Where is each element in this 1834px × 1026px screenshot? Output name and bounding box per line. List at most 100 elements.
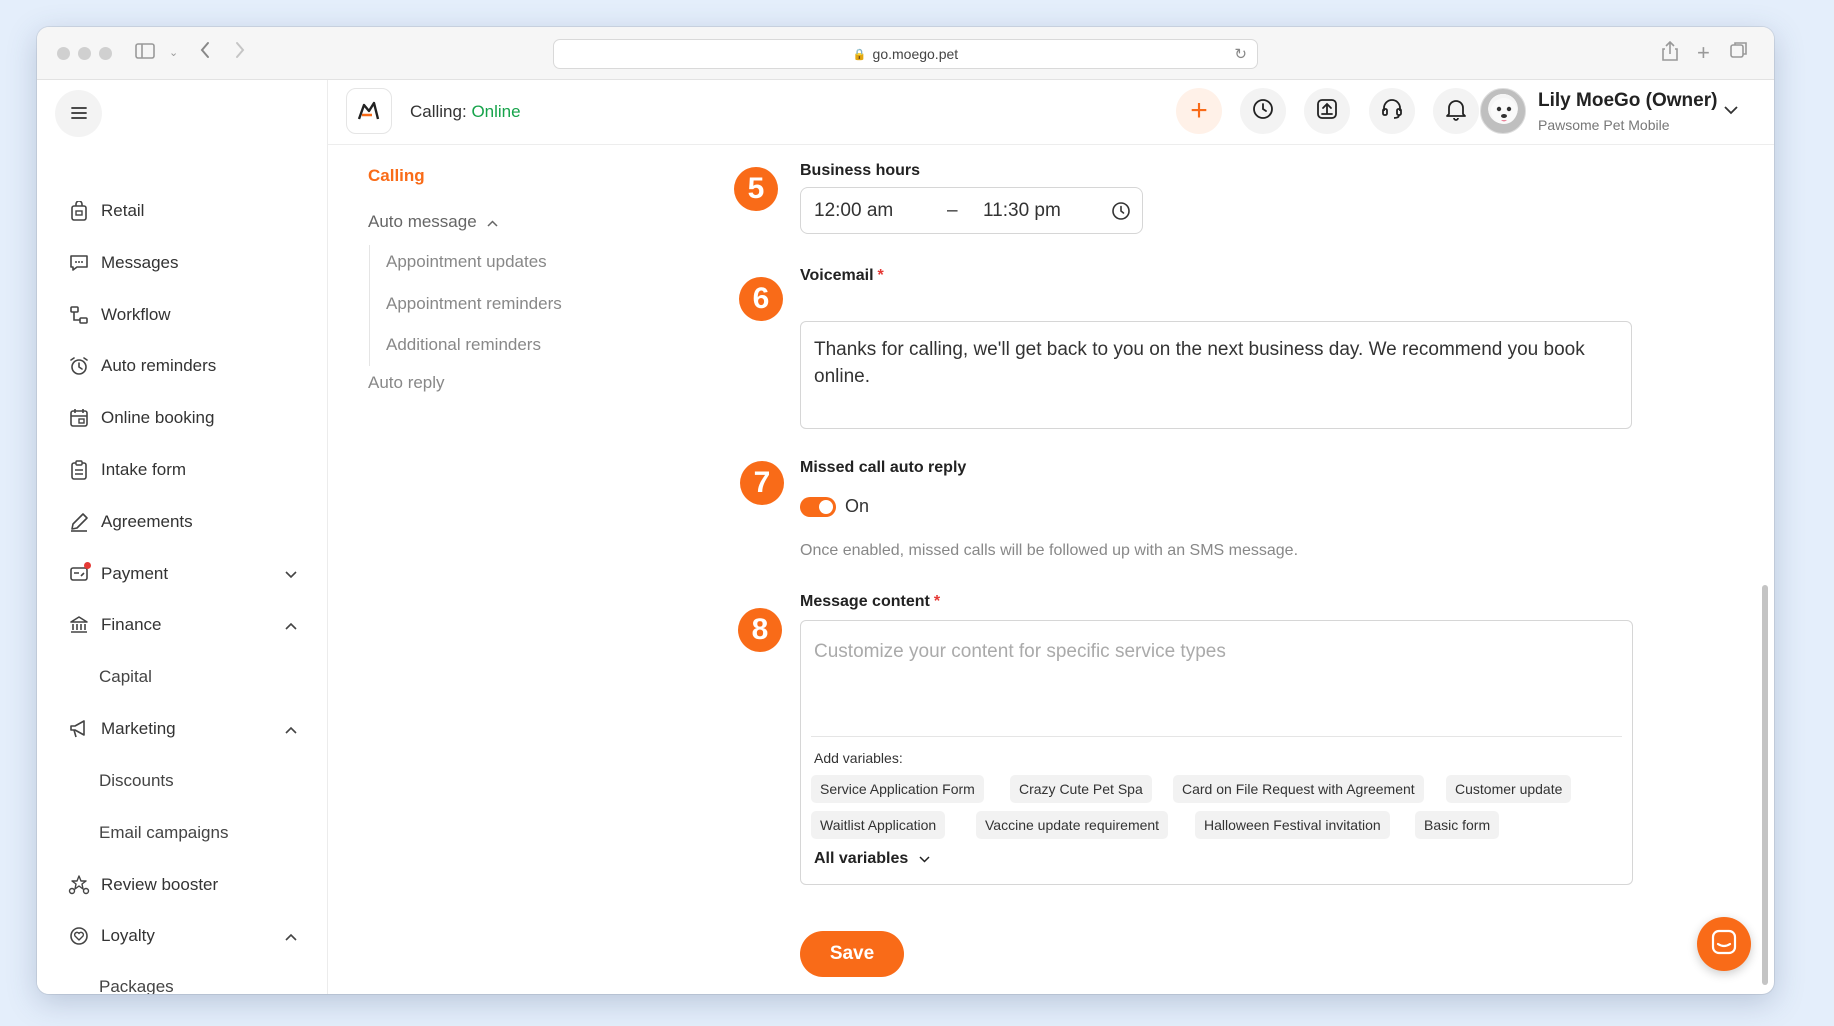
save-button[interactable]: Save bbox=[800, 931, 904, 977]
maximize-window-button[interactable] bbox=[99, 47, 112, 60]
sidebar-item-label: Messages bbox=[101, 253, 179, 272]
sidebar-subitem-discounts[interactable]: Discounts bbox=[99, 766, 174, 796]
required-mark: * bbox=[877, 267, 884, 284]
step-badge-8: 8 bbox=[738, 608, 782, 652]
sidebar-item-payment[interactable]: Payment bbox=[67, 559, 297, 589]
notification-dot bbox=[84, 562, 91, 569]
avatar[interactable] bbox=[1480, 88, 1526, 134]
subnav-appointment-updates[interactable]: Appointment updates bbox=[386, 252, 547, 272]
variable-chip[interactable]: Customer update bbox=[1446, 775, 1572, 803]
sidebar-item-label: Agreements bbox=[101, 512, 193, 531]
clipboard-icon bbox=[67, 458, 91, 482]
sidebar-item-label: Review booster bbox=[101, 875, 219, 894]
subnav-additional-reminders[interactable]: Additional reminders bbox=[386, 335, 541, 355]
sidebar-item-auto-reminders[interactable]: Auto reminders bbox=[67, 351, 297, 381]
sidebar-item-online-booking[interactable]: Online booking bbox=[67, 403, 297, 433]
user-name[interactable]: Lily MoeGo (Owner) bbox=[1538, 90, 1717, 112]
message-icon bbox=[67, 251, 91, 275]
subnav-auto-reply[interactable]: Auto reply bbox=[368, 373, 445, 393]
main-sidebar: Retail Messages Workflow Auto reminders … bbox=[37, 80, 328, 994]
business-hours-end[interactable]: 11:30 pm bbox=[983, 200, 1061, 222]
variable-chip[interactable]: Card on File Request with Agreement bbox=[1173, 775, 1424, 803]
clock-icon bbox=[1111, 201, 1131, 227]
chevron-down-icon[interactable] bbox=[1724, 102, 1738, 118]
megaphone-icon bbox=[67, 717, 91, 741]
sidebar-item-loyalty[interactable]: Loyalty bbox=[67, 921, 297, 951]
minimize-window-button[interactable] bbox=[78, 47, 91, 60]
voicemail-label: Voicemail * bbox=[800, 267, 884, 285]
workflow-icon bbox=[67, 303, 91, 327]
missed-call-toggle[interactable] bbox=[800, 497, 836, 517]
share-icon[interactable] bbox=[1662, 40, 1678, 67]
divider bbox=[811, 736, 1622, 737]
calling-status: Calling: Online bbox=[410, 102, 521, 122]
sidebar-item-marketing[interactable]: Marketing bbox=[67, 714, 297, 744]
scrollbar[interactable] bbox=[1760, 145, 1770, 994]
missed-call-hint: Once enabled, missed calls will be follo… bbox=[800, 542, 1299, 559]
sidebar-item-retail[interactable]: Retail bbox=[67, 196, 297, 226]
chevron-down-icon[interactable] bbox=[285, 566, 297, 582]
sidebar-item-finance[interactable]: Finance bbox=[67, 610, 297, 640]
all-variables-toggle[interactable]: All variables bbox=[814, 850, 930, 868]
chevron-up-icon[interactable] bbox=[285, 721, 297, 737]
sidebar-item-label: Retail bbox=[101, 201, 145, 220]
address-bar[interactable]: 🔒 go.moego.pet ↻ bbox=[553, 39, 1258, 69]
sidebar-subitem-capital[interactable]: Capital bbox=[99, 662, 152, 692]
back-icon[interactable] bbox=[199, 41, 211, 65]
chevron-down-icon[interactable]: ⌄ bbox=[169, 41, 178, 65]
add-button[interactable]: + bbox=[1176, 88, 1222, 134]
sidebar-subitem-packages[interactable]: Packages bbox=[99, 972, 174, 994]
bell-icon bbox=[1445, 97, 1467, 126]
calling-settings-form: 5 Business hours 12:00 am – 11:30 pm 6 V… bbox=[658, 145, 1758, 994]
sidebar-item-label: Auto reminders bbox=[101, 356, 217, 375]
sidebar-subitem-email-campaigns[interactable]: Email campaigns bbox=[99, 818, 228, 848]
variable-chip[interactable]: Crazy Cute Pet Spa bbox=[1010, 775, 1152, 803]
subnav-auto-message-label: Auto message bbox=[368, 212, 477, 231]
alarm-clock-icon bbox=[67, 354, 91, 378]
variable-chip[interactable]: Waitlist Application bbox=[811, 811, 946, 839]
menu-button[interactable] bbox=[55, 90, 102, 137]
clock-button[interactable] bbox=[1240, 88, 1286, 134]
business-hours-start[interactable]: 12:00 am bbox=[814, 200, 893, 222]
sidebar-toggle-icon[interactable] bbox=[135, 41, 155, 65]
step-badge-5: 5 bbox=[734, 167, 778, 211]
subnav-calling[interactable]: Calling bbox=[368, 166, 425, 186]
tabs-overview-icon[interactable] bbox=[1730, 41, 1748, 65]
subnav-auto-message[interactable]: Auto message bbox=[368, 212, 498, 232]
calendar-icon bbox=[67, 406, 91, 430]
notifications-button[interactable] bbox=[1433, 88, 1479, 134]
forward-icon[interactable] bbox=[234, 41, 246, 65]
stars-icon bbox=[67, 873, 91, 897]
variable-chip[interactable]: Halloween Festival invitation bbox=[1195, 811, 1390, 839]
new-tab-icon[interactable]: + bbox=[1697, 41, 1710, 65]
chat-icon bbox=[1711, 929, 1737, 960]
upload-button[interactable] bbox=[1304, 88, 1350, 134]
chevron-up-icon[interactable] bbox=[285, 928, 297, 944]
variable-chip[interactable]: Service Application Form bbox=[811, 775, 984, 803]
support-button[interactable] bbox=[1369, 88, 1415, 134]
calling-settings-nav: Calling Auto message Appointment updates… bbox=[328, 145, 658, 994]
sidebar-item-workflow[interactable]: Workflow bbox=[67, 300, 297, 330]
variable-chip[interactable]: Basic form bbox=[1415, 811, 1500, 839]
browser-window: ⌄ 🔒 go.moego.pet ↻ + Retail Messages Wor… bbox=[37, 27, 1774, 994]
sidebar-item-agreements[interactable]: Agreements bbox=[67, 507, 297, 537]
variable-chip[interactable]: Vaccine update requirement bbox=[976, 811, 1169, 839]
message-content-placeholder[interactable]: Customize your content for specific serv… bbox=[814, 641, 1226, 663]
business-hours-picker[interactable]: 12:00 am – 11:30 pm bbox=[800, 187, 1143, 234]
bag-icon bbox=[67, 199, 91, 223]
sidebar-item-intake-form[interactable]: Intake form bbox=[67, 455, 297, 485]
all-variables-label: All variables bbox=[814, 850, 909, 867]
chat-button[interactable] bbox=[1697, 917, 1751, 971]
chevron-up-icon[interactable] bbox=[285, 617, 297, 633]
calling-logo[interactable] bbox=[346, 88, 392, 134]
reload-icon[interactable]: ↻ bbox=[1234, 45, 1247, 63]
message-content-editor[interactable]: Customize your content for specific serv… bbox=[800, 620, 1633, 885]
sidebar-item-review-booster[interactable]: Review booster bbox=[67, 870, 297, 900]
sidebar-item-messages[interactable]: Messages bbox=[67, 248, 297, 278]
upload-icon bbox=[1315, 97, 1339, 126]
close-window-button[interactable] bbox=[57, 47, 70, 60]
required-mark: * bbox=[933, 593, 941, 610]
subnav-appointment-reminders[interactable]: Appointment reminders bbox=[386, 294, 562, 314]
scrollbar-thumb[interactable] bbox=[1762, 585, 1768, 985]
voicemail-textarea[interactable]: Thanks for calling, we'll get back to yo… bbox=[800, 321, 1632, 429]
